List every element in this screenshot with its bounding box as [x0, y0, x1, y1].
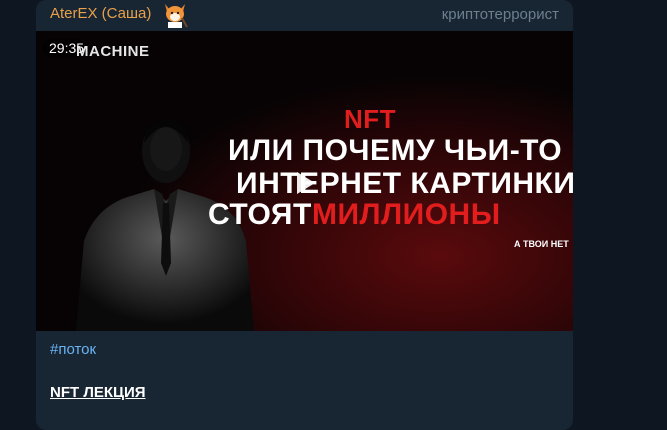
- author-name[interactable]: AterEX (Саша): [50, 5, 151, 22]
- video-brand-logo: MACHINE: [76, 43, 150, 60]
- title-line-4a: СТОЯТ: [208, 198, 312, 231]
- title-line-4b: МИЛЛИОНЫ: [312, 198, 501, 231]
- lecture-title: NFT ЛЕКЦИЯ: [50, 384, 146, 401]
- play-icon[interactable]: [285, 164, 323, 202]
- title-note: А ТВОИ НЕТ: [514, 239, 569, 249]
- message-bubble: AterEX (Саша) криптотеррорист 29:35 MACH…: [36, 0, 573, 430]
- hashtag-link[interactable]: #поток: [50, 341, 96, 358]
- fox-emoji-icon: [162, 0, 188, 28]
- title-line-2: ИЛИ ПОЧЕМУ ЧЬИ-ТО: [228, 134, 563, 167]
- title-line-nft: NFT: [344, 104, 397, 134]
- video-preview[interactable]: 29:35 MACHINE NFT ИЛИ ПОЧЕМУ ЧЬИ-ТО ИНТЕ…: [36, 31, 573, 331]
- message-header: AterEX (Саша) криптотеррорист: [36, 0, 573, 30]
- author-badge: криптотеррорист: [441, 6, 559, 23]
